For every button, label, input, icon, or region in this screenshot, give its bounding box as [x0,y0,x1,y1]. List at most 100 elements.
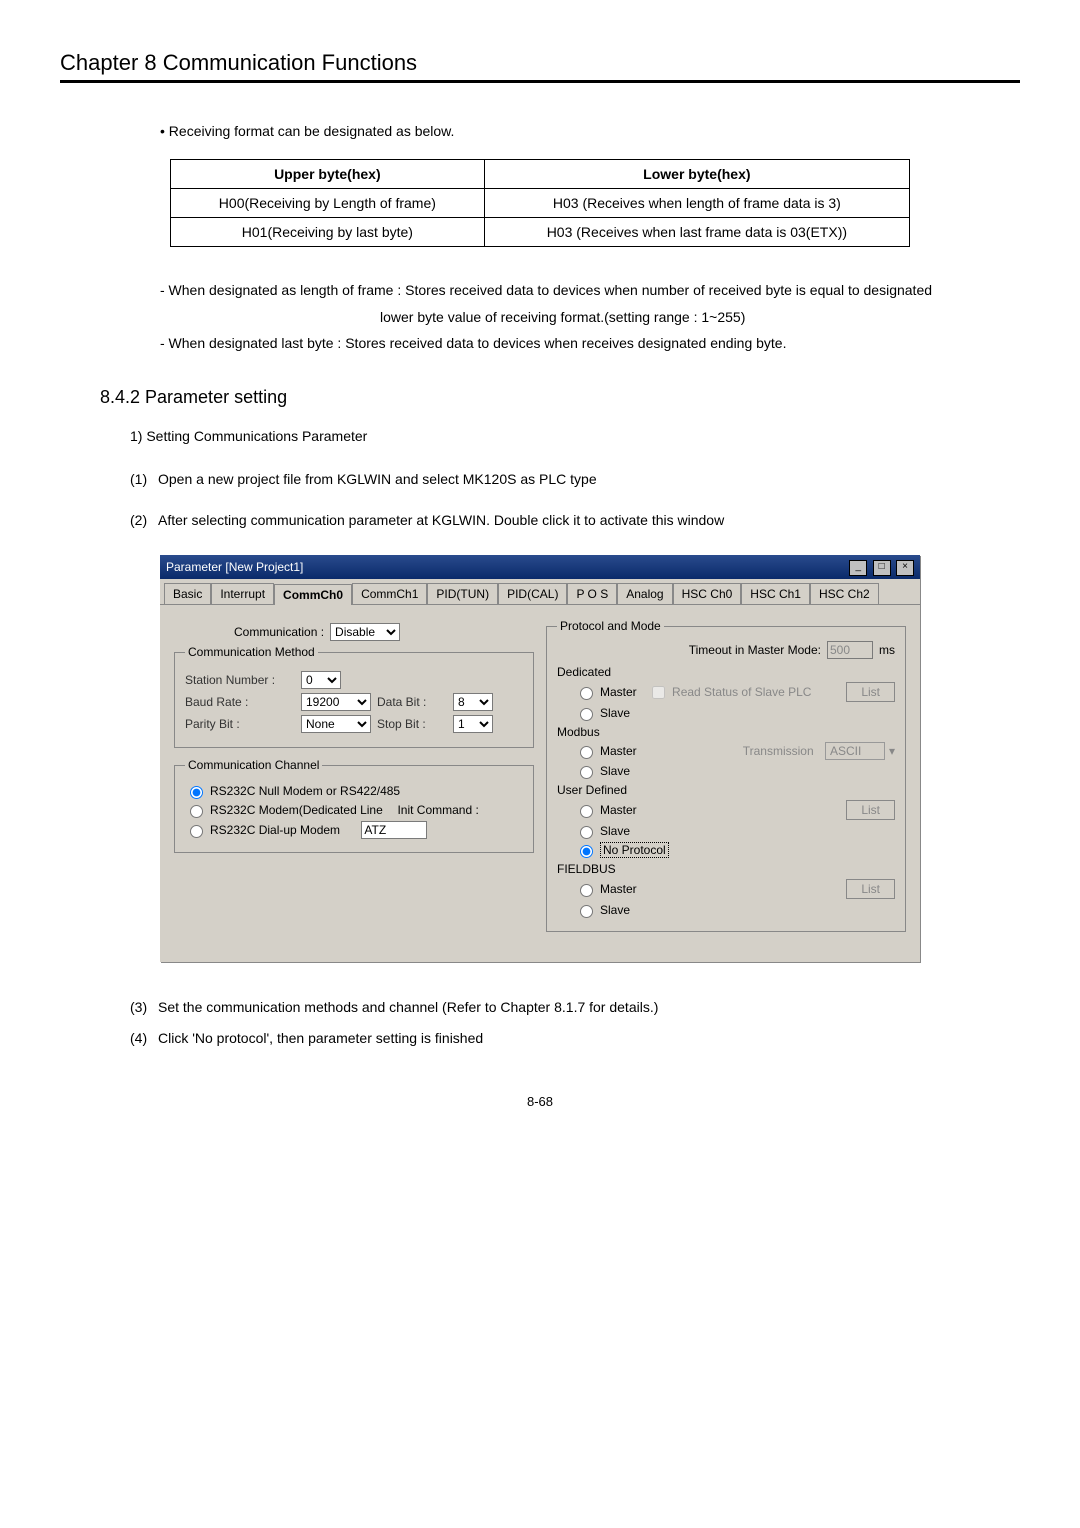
legend: Protocol and Mode [557,619,664,633]
baud-rate-label: Baud Rate : [185,695,295,709]
stop-bit-select[interactable]: 1 [453,715,493,733]
minimize-icon[interactable]: _ [849,560,867,576]
legend: Communication Method [185,645,318,659]
communication-method-group: Communication Method Station Number : 0 … [174,645,534,748]
parity-bit-label: Parity Bit : [185,717,295,731]
timeout-label: Timeout in Master Mode: [689,643,821,657]
step-text: Click 'No protocol', then parameter sett… [158,1030,483,1046]
read-status-checkbox [652,686,665,699]
fieldbus-slave-radio[interactable] [580,905,593,918]
table-cell: H03 (Receives when length of frame data … [484,189,909,218]
chapter-title: Chapter 8 Communication Functions [60,50,1020,76]
no-protocol-radio[interactable] [580,845,593,858]
tab-analog[interactable]: Analog [617,583,672,604]
tab-pidcal[interactable]: PID(CAL) [498,583,567,604]
subsection: 1) Setting Communications Parameter [130,428,1020,444]
tab-interrupt[interactable]: Interrupt [211,583,274,604]
dedicated-slave-radio[interactable] [580,708,593,721]
maximize-icon[interactable]: □ [873,560,891,576]
channel-modem-radio[interactable] [190,805,203,818]
userdef-master-radio[interactable] [580,805,593,818]
transmission-label: Transmission [743,744,814,758]
bullet-text: • Receiving format can be designated as … [160,123,1020,139]
radio-label: RS232C Modem(Dedicated Line [210,803,383,817]
data-bit-label: Data Bit : [377,695,447,709]
divider [60,80,1020,83]
communication-channel-group: Communication Channel RS232C Null Modem … [174,758,534,853]
step-item: (4)Click 'No protocol', then parameter s… [130,1023,1020,1054]
transmission-select: ASCII [825,742,885,760]
radio-label: Slave [600,903,630,917]
fieldbus-label: FIELDBUS [557,862,895,876]
step-text: After selecting communication parameter … [158,512,724,528]
step-item: (2)After selecting communication paramet… [130,505,1020,536]
note-line: - When designated as length of frame : S… [160,277,960,304]
table-header: Lower byte(hex) [484,160,909,189]
tab-hscch2[interactable]: HSC Ch2 [810,583,879,604]
timeout-input [827,641,873,659]
read-status-label: Read Status of Slave PLC [672,685,811,699]
table-row: H01(Receiving by last byte) H03 (Receive… [171,218,910,247]
legend: Communication Channel [185,758,322,772]
station-number-label: Station Number : [185,673,295,687]
radio-label: RS232C Dial-up Modem [210,823,340,837]
table-cell: H01(Receiving by last byte) [171,218,485,247]
init-command-input[interactable] [361,821,427,839]
tab-pidtun[interactable]: PID(TUN) [427,583,498,604]
titlebar: Parameter [New Project1] _ □ × [160,555,920,579]
radio-label: Slave [600,824,630,838]
tab-bar: Basic Interrupt CommCh0 CommCh1 PID(TUN)… [160,579,920,605]
station-number-select[interactable]: 0 [301,671,341,689]
parameter-dialog: Parameter [New Project1] _ □ × Basic Int… [160,555,920,962]
list-button: List [846,879,895,899]
page-number: 8-68 [60,1094,1020,1109]
radio-label: Master [600,803,637,817]
baud-rate-select[interactable]: 19200 [301,693,371,711]
tab-pos[interactable]: P O S [567,583,617,604]
modbus-master-radio[interactable] [580,746,593,759]
tab-hscch0[interactable]: HSC Ch0 [673,583,742,604]
init-command-label: Init Command : [397,803,478,817]
radio-label: Slave [600,706,630,720]
radio-label: RS232C Null Modem or RS422/485 [210,784,400,798]
timeout-unit: ms [879,643,895,657]
step-item: (1)Open a new project file from KGLWIN a… [130,464,1020,495]
fieldbus-master-radio[interactable] [580,884,593,897]
data-bit-select[interactable]: 8 [453,693,493,711]
table-header: Upper byte(hex) [171,160,485,189]
radio-label: Master [600,744,637,758]
tab-hscch1[interactable]: HSC Ch1 [741,583,810,604]
communication-select[interactable]: Disable [330,623,400,641]
channel-dialup-radio[interactable] [190,825,203,838]
table-row: Upper byte(hex) Lower byte(hex) [171,160,910,189]
note-line: lower byte value of receiving format.(se… [380,304,960,331]
step-text: Open a new project file from KGLWIN and … [158,471,597,487]
window-title: Parameter [New Project1] [166,560,303,574]
radio-label: Master [600,685,637,699]
stop-bit-label: Stop Bit : [377,717,447,731]
dedicated-label: Dedicated [557,665,895,679]
tab-commch1[interactable]: CommCh1 [352,583,427,604]
list-button: List [846,682,895,702]
parity-bit-select[interactable]: None [301,715,371,733]
userdef-slave-radio[interactable] [580,826,593,839]
channel-null-modem-radio[interactable] [190,786,203,799]
tab-commch0[interactable]: CommCh0 [274,584,352,605]
modbus-slave-radio[interactable] [580,766,593,779]
no-protocol-label: No Protocol [600,842,669,858]
section-heading: 8.4.2 Parameter setting [100,387,1020,408]
step-item: (3)Set the communication methods and cha… [130,992,1020,1023]
table-cell: H03 (Receives when last frame data is 03… [484,218,909,247]
close-icon[interactable]: × [896,560,914,576]
user-defined-label: User Defined [557,783,895,797]
table-row: H00(Receiving by Length of frame) H03 (R… [171,189,910,218]
communication-label: Communication : [234,625,324,639]
list-button: List [846,800,895,820]
dedicated-master-radio[interactable] [580,687,593,700]
step-text: Set the communication methods and channe… [158,999,658,1015]
radio-label: Slave [600,764,630,778]
note-line: - When designated last byte : Stores rec… [160,330,960,357]
modbus-label: Modbus [557,725,895,739]
tab-basic[interactable]: Basic [164,583,211,604]
notes: - When designated as length of frame : S… [160,277,960,357]
